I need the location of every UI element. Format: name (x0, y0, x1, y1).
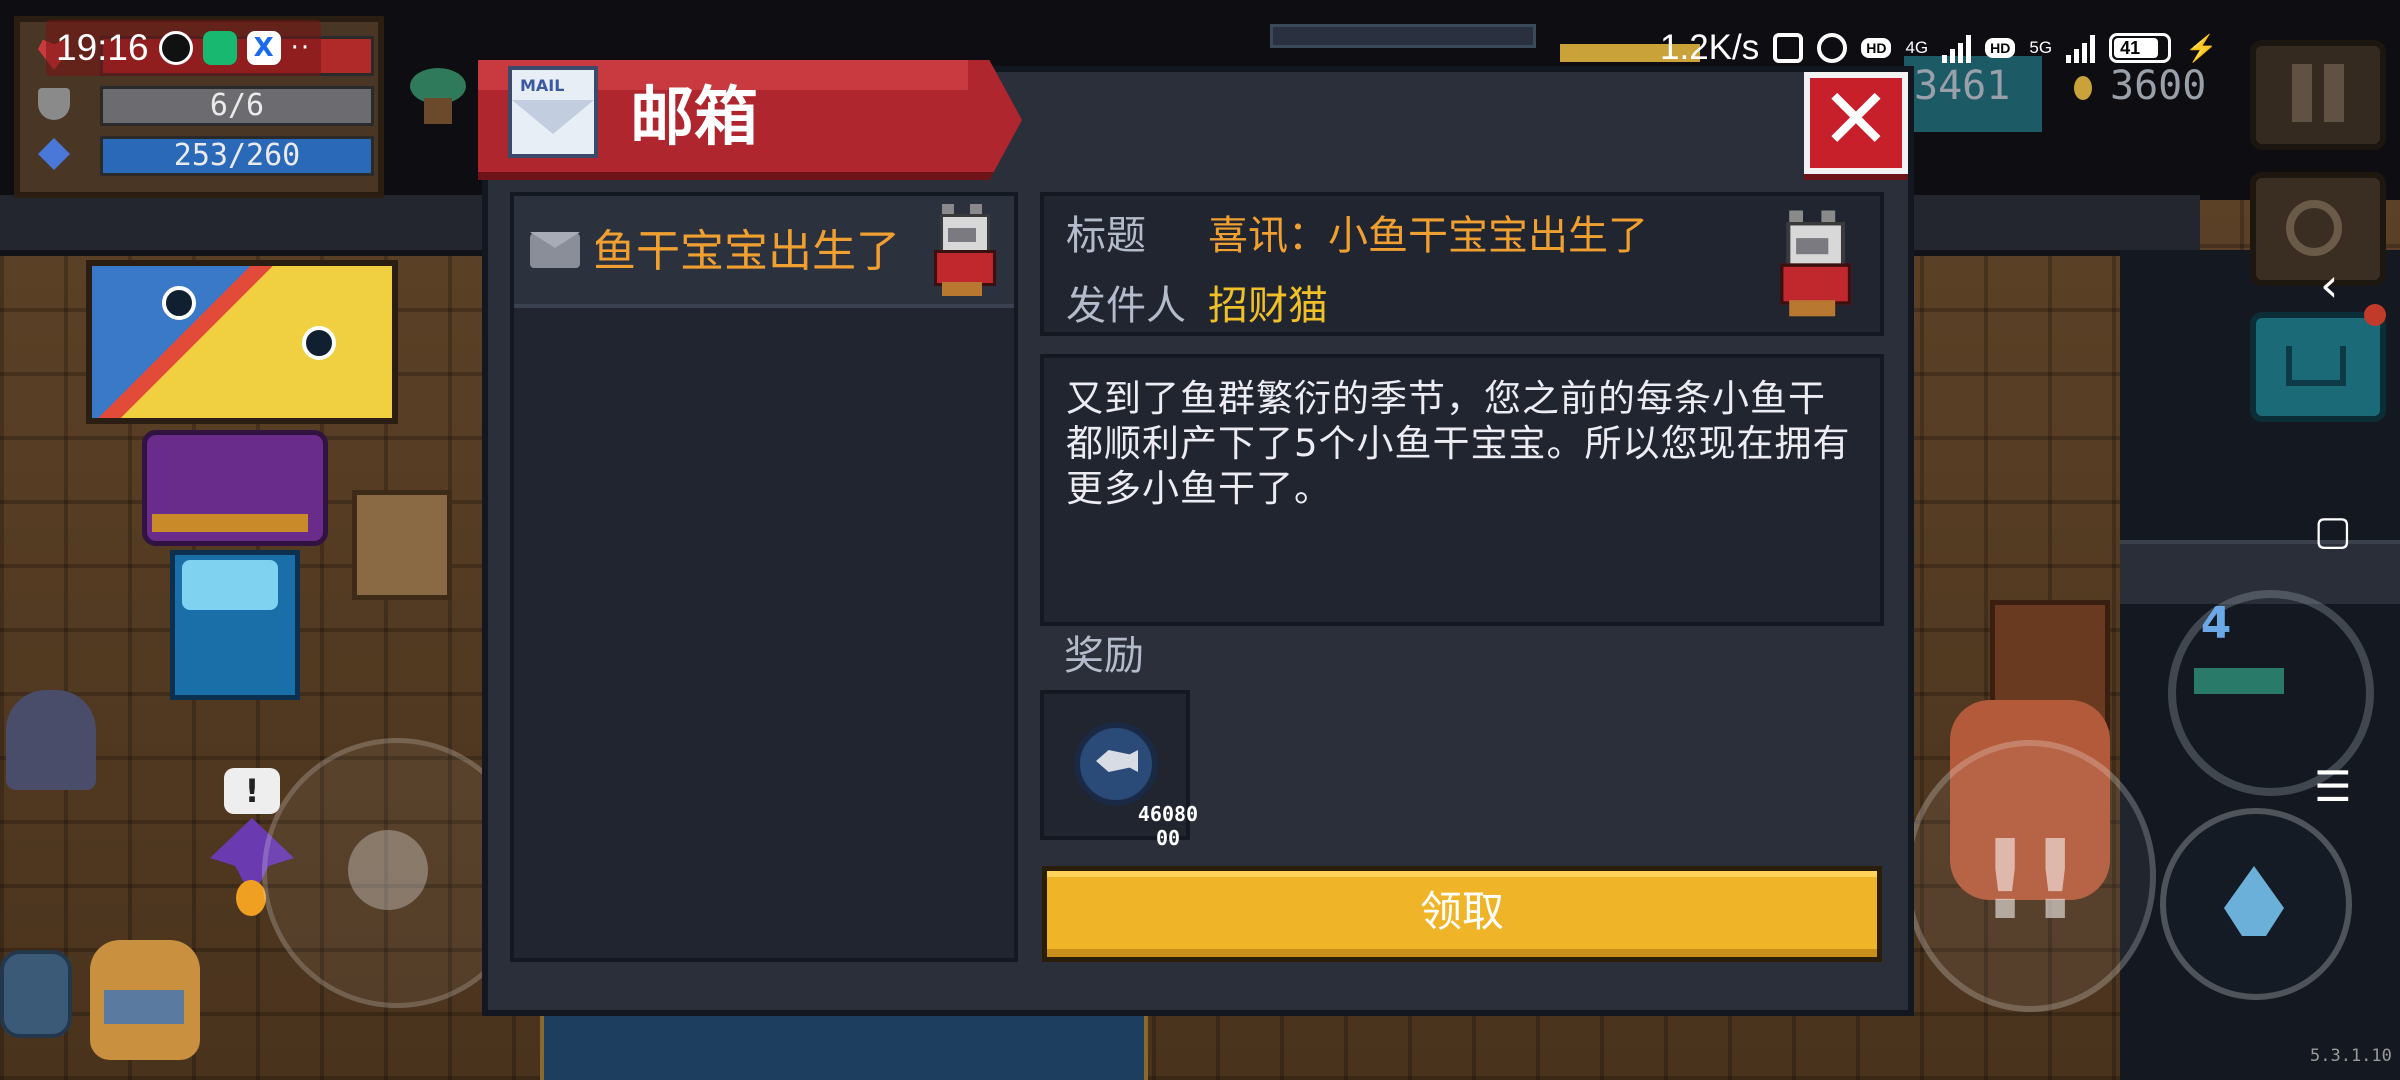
sender-avatar-icon (1780, 210, 1852, 317)
clock: 19:16 (56, 27, 149, 68)
signal-type-1: 4G (1905, 38, 1929, 57)
shield-icon (38, 88, 70, 120)
close-button[interactable]: ✕ (1804, 70, 1908, 174)
mail-preview-clip: 喜讯：小鱼干宝宝出生了 (596, 222, 900, 282)
energy-icon (38, 138, 70, 170)
cat-face (1796, 238, 1829, 255)
armor-bar: 6/6 (100, 86, 374, 126)
fish-shape (1096, 750, 1138, 772)
signal-type-2: 5G (2029, 38, 2053, 57)
hd-badge: HD (1861, 38, 1892, 58)
poster-eye-left (162, 286, 196, 320)
dialog-title: 邮箱 (630, 81, 758, 155)
nfc-icon (1773, 33, 1804, 63)
shop-button[interactable] (2250, 312, 2386, 422)
envelope-icon (530, 232, 580, 268)
cat-legs (942, 282, 982, 296)
swap-character-button[interactable] (2250, 172, 2386, 286)
signal-bars-icon-2 (2066, 33, 2096, 63)
armor-row: 6/6 (34, 84, 374, 126)
swap-icon (2286, 200, 2342, 256)
coin-icon (2074, 76, 2092, 100)
qq-icon (158, 31, 193, 65)
npc-alert-bubble: ! (224, 768, 280, 814)
nav-menu-icon[interactable]: ☰ (2314, 762, 2352, 811)
mountain-app-icon (202, 31, 237, 65)
battery-percent: 41 (2120, 37, 2141, 58)
gun-icon (2194, 668, 2284, 694)
battery-icon: 41 (2109, 33, 2172, 63)
mail-preview-text: 喜讯：小鱼干宝宝出生了 (596, 226, 900, 277)
sender-label: 发件人 (1066, 283, 1186, 329)
mail-icon-label: MAIL (520, 76, 565, 95)
blue-rug (540, 1010, 1148, 1080)
wall-decoration (1270, 24, 1536, 48)
wall-poster (86, 260, 398, 424)
nav-home-icon[interactable]: ▢ (2314, 508, 2352, 554)
cat-face (948, 228, 976, 242)
alarm-icon (1817, 33, 1848, 63)
pause-button[interactable] (2250, 40, 2386, 150)
subject-value: 喜讯：小鱼干宝宝出生了 (1208, 213, 1648, 259)
cat-legs (1789, 300, 1836, 317)
dried-fish-icon (1074, 722, 1158, 806)
energy-bar: 253/260 (100, 136, 374, 176)
nav-back-icon[interactable]: ‹ (2320, 258, 2338, 312)
network-speed: 1.2K/s (1660, 28, 1760, 67)
pause-icon-bar (2324, 64, 2344, 122)
mail-body-box: 又到了鱼群繁衍的季节，您之前的每条小鱼干都顺利产下了5个小鱼干宝宝。所以您现在拥… (1040, 354, 1884, 626)
plant-pot (424, 98, 452, 124)
storage-chest[interactable] (352, 490, 452, 600)
envelope-flap (512, 100, 594, 134)
x-app-icon: X (246, 31, 281, 65)
skill-button[interactable] (2160, 808, 2352, 1000)
mail-icon: MAIL (508, 66, 598, 158)
claim-button-label: 领取 (1419, 887, 1504, 936)
poster-eye-right (302, 326, 336, 360)
mail-body-text: 又到了鱼群繁衍的季节，您之前的每条小鱼干都顺利产下了5个小鱼干宝宝。所以您现在拥… (1066, 377, 1851, 510)
gacha-machine[interactable] (142, 430, 328, 700)
reward-quantity: 46080 00 (1128, 802, 1208, 850)
cat-body (1780, 263, 1852, 305)
blue-pot (0, 950, 72, 1038)
notification-dot (2364, 304, 2386, 326)
subject-label: 标题 (1066, 213, 1146, 259)
claim-button[interactable]: 领取 (1042, 866, 1882, 962)
gacha-glass (182, 560, 278, 610)
weapon-slot-number: 4 (2200, 598, 2232, 649)
energy-row: 253/260 (34, 134, 374, 176)
signal-bars-icon (1942, 33, 1972, 63)
pause-icon (2292, 64, 2312, 122)
charging-icon: ⚡ (2185, 32, 2218, 63)
attack-button[interactable]: !! (1904, 740, 2156, 1012)
lucky-cat-icon (934, 204, 996, 296)
sender-value: 招财猫 (1208, 283, 1328, 329)
close-icon: ✕ (1820, 70, 1892, 168)
ghost-npc[interactable] (6, 690, 96, 790)
buff-plant-icon[interactable] (410, 68, 466, 126)
hd-badge-2: HD (1985, 38, 2016, 58)
crystal-skill-icon (2224, 866, 2284, 936)
reward-quantity-line1: 46080 (1137, 802, 1199, 826)
gacha-hat-band (152, 514, 308, 532)
status-bar-left: 19:16 X ·· (46, 20, 322, 76)
attack-icon: !! (1980, 816, 2081, 944)
cart-icon (2286, 346, 2346, 386)
joystick-knob[interactable] (348, 830, 428, 910)
more-notifications-icon: ·· (290, 33, 312, 63)
bear-mask (104, 990, 184, 1024)
reward-label: 奖励 (1064, 633, 1144, 679)
cat-body (934, 250, 996, 286)
game-version: 5.3.1.10 (2310, 1046, 2392, 1066)
reward-quantity-line2: 00 (1155, 826, 1181, 850)
player-thruster (236, 880, 266, 916)
